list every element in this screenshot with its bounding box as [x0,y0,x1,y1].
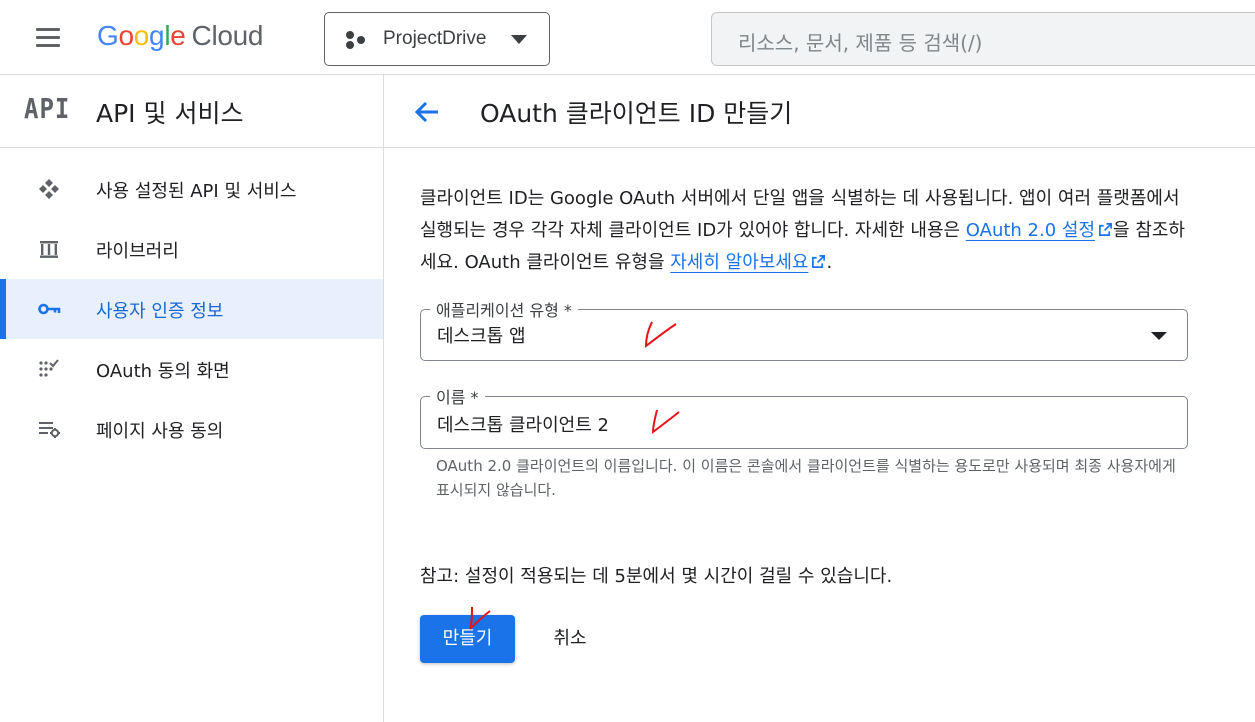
cancel-button[interactable]: 취소 [540,615,600,663]
search-placeholder: 리소스, 문서, 제품 등 검색(/) [738,31,983,55]
dropdown-arrow-icon[interactable] [1151,332,1167,340]
learn-more-link[interactable]: 자세히 알아보세요 [670,252,826,273]
logo-cloud-text: Cloud [191,20,264,51]
client-name-label: 이름 * [430,384,485,408]
external-link-icon [812,255,826,268]
learn-more-link-text: 자세히 알아보세요 [670,252,809,273]
client-name-input[interactable]: 이름 * 데스크톱 클라이언트 2 [420,384,1188,449]
sidebar-item-label: OAuth 동의 화면 [96,361,230,382]
oauth-settings-link[interactable]: OAuth 2.0 설정 [966,220,1113,241]
api-icon: API [24,92,71,126]
application-type-select[interactable]: 애플리케이션 유형 * 데스크톱 앱 [420,297,1188,361]
api-services-icon [39,179,59,199]
sidebar-header: API API 및 서비스 [0,75,383,148]
key-icon [38,303,61,315]
page-header: OAuth 클라이언트 ID 만들기 [384,75,1255,148]
oauth-settings-link-text: OAuth 2.0 설정 [965,220,1096,241]
sidebar-item-credentials[interactable]: 사용자 인증 정보 [0,279,383,339]
main-content: OAuth 클라이언트 ID 만들기 클라이언트 ID는 Google OAut… [384,75,1255,722]
description-text: 클라이언트 ID는 Google OAuth 서버에서 단일 앱을 식별하는 데… [420,183,1200,279]
project-name: ProjectDrive [383,28,487,49]
sidebar-title: API 및 서비스 [96,99,244,128]
back-arrow-icon[interactable] [410,95,444,129]
client-name-helper-text: OAuth 2.0 클라이언트의 이름입니다. 이 이름은 콘솔에서 클라이언트… [436,457,1176,499]
search-input[interactable]: 리소스, 문서, 제품 등 검색(/) [711,12,1255,66]
sidebar: API API 및 서비스 사용 설정된 API 및 서비스 라이브러리 사용자… [0,75,384,722]
sidebar-item-page-usage[interactable]: 페이지 사용 동의 [0,399,383,459]
page-title: OAuth 클라이언트 ID 만들기 [480,99,793,128]
google-cloud-logo[interactable]: Google Cloud [97,20,264,52]
main-menu-icon[interactable] [30,24,64,52]
desc-text-3: . [826,252,833,273]
project-selector-button[interactable]: ProjectDrive [324,12,550,66]
top-bar: Google Cloud ProjectDrive 리소스, 문서, 제품 등 검… [0,0,1255,75]
sidebar-item-label: 라이브러리 [96,241,179,262]
project-hierarchy-icon [346,31,365,49]
logo-google-text: Google [97,20,186,51]
application-type-label: 애플리케이션 유형 * [430,297,578,321]
application-type-value: 데스크톱 앱 [437,326,526,347]
sidebar-item-oauth-consent[interactable]: OAuth 동의 화면 [0,339,383,399]
library-icon [40,241,58,258]
sidebar-item-library[interactable]: 라이브러리 [0,219,383,279]
page-usage-icon [39,422,60,438]
sidebar-item-label: 사용자 인증 정보 [96,301,224,322]
client-name-value: 데스크톱 클라이언트 2 [437,415,609,436]
external-link-icon [1099,223,1112,236]
sidebar-item-label: 사용 설정된 API 및 서비스 [96,181,297,202]
sidebar-item-enabled-apis[interactable]: 사용 설정된 API 및 서비스 [0,159,383,219]
settings-note: 참고: 설정이 적용되는 데 5분에서 몇 시간이 걸릴 수 있습니다. [420,566,893,587]
chevron-down-icon [511,35,527,44]
oauth-consent-icon [39,359,59,377]
sidebar-item-label: 페이지 사용 동의 [96,421,224,442]
create-button[interactable]: 만들기 [420,615,515,663]
